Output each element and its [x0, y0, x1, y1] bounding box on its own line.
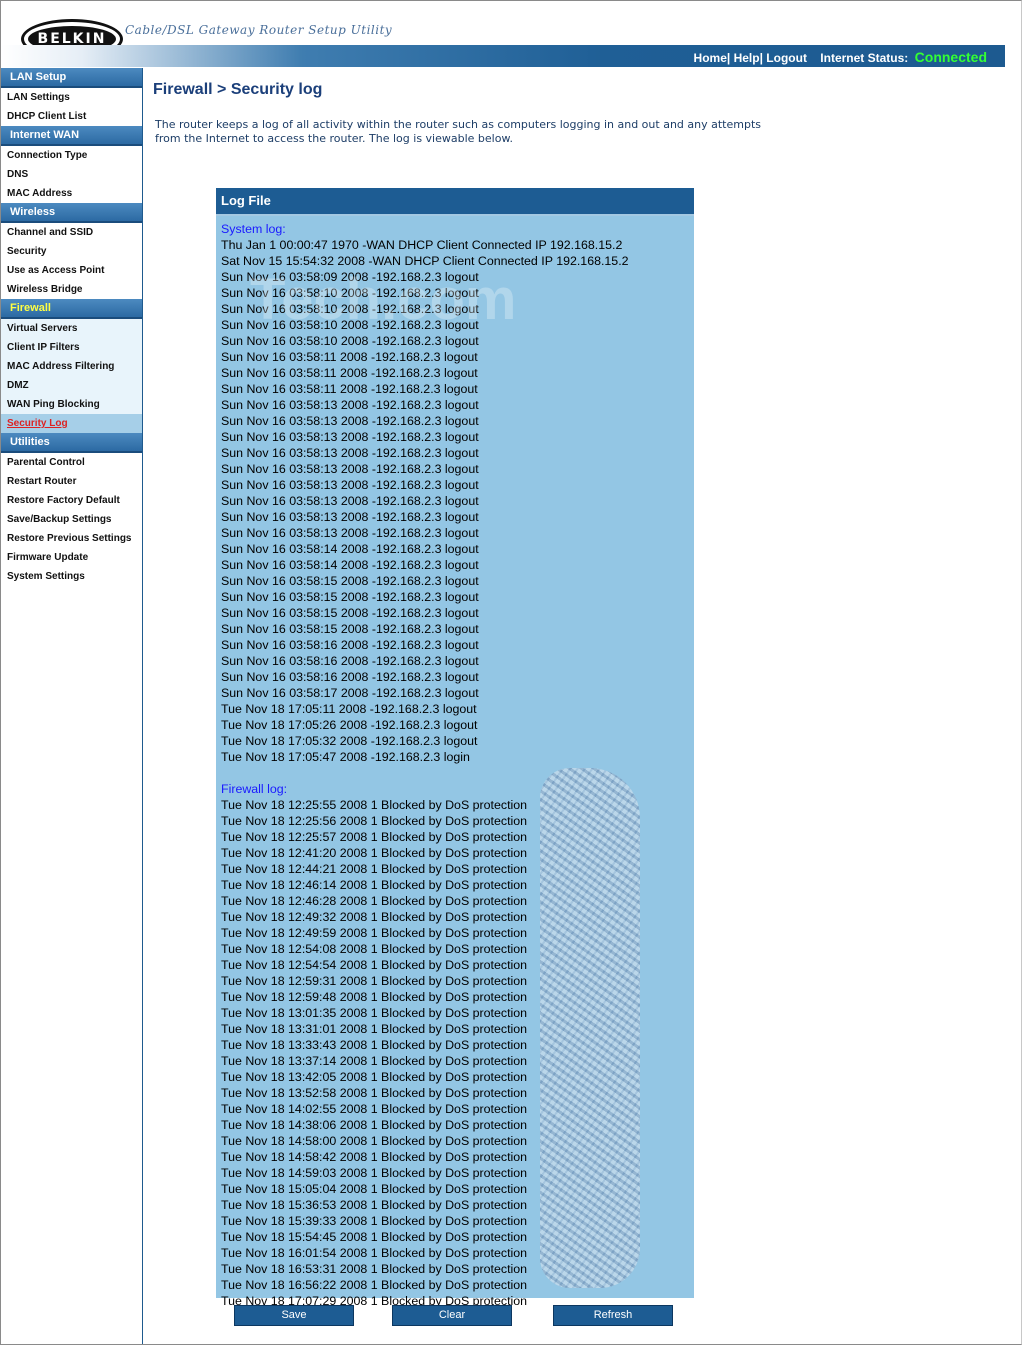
sidebar-item-dns[interactable]: DNS: [1, 165, 142, 184]
sidebar-item-connection-type[interactable]: Connection Type: [1, 146, 142, 165]
sidebar-item-firmware-update[interactable]: Firmware Update: [1, 548, 142, 567]
system-log-line: Sun Nov 16 03:58:11 2008 -192.168.2.3 lo…: [221, 382, 478, 396]
system-log-line: Tue Nov 18 17:05:11 2008 -192.168.2.3 lo…: [221, 702, 477, 716]
system-log-line: Sun Nov 16 03:58:11 2008 -192.168.2.3 lo…: [221, 350, 478, 364]
log-file-panel: Log File System log: Thu Jan 1 00:00:47 …: [216, 188, 694, 1308]
system-log-line: Sun Nov 16 03:58:13 2008 -192.168.2.3 lo…: [221, 478, 479, 492]
system-log-line: Thu Jan 1 00:00:47 1970 -WAN DHCP Client…: [221, 238, 623, 252]
refresh-button[interactable]: Refresh: [553, 1305, 673, 1326]
system-log-line: Sun Nov 16 03:58:11 2008 -192.168.2.3 lo…: [221, 366, 478, 380]
sidebar-item-save-backup[interactable]: Save/Backup Settings: [1, 510, 142, 529]
sidebar-section-utilities: Utilities: [1, 433, 142, 453]
logout-link[interactable]: Logout: [766, 51, 807, 65]
sidebar-item-client-ip-filters[interactable]: Client IP Filters: [1, 338, 142, 357]
system-log-line: Sun Nov 16 03:58:16 2008 -192.168.2.3 lo…: [221, 670, 479, 684]
sidebar-item-restore-previous[interactable]: Restore Previous Settings: [1, 529, 142, 548]
sidebar-item-system-settings[interactable]: System Settings: [1, 567, 142, 586]
sidebar-item-restore-factory[interactable]: Restore Factory Default: [1, 491, 142, 510]
sidebar-item-channel-ssid[interactable]: Channel and SSID: [1, 223, 142, 242]
sidebar-section-wireless: Wireless: [1, 203, 142, 223]
help-link[interactable]: Help: [734, 51, 760, 65]
system-log-line: Sun Nov 16 03:58:13 2008 -192.168.2.3 lo…: [221, 446, 479, 460]
watermark: Tech.com: [250, 267, 517, 332]
system-log-line: Sun Nov 16 03:58:15 2008 -192.168.2.3 lo…: [221, 574, 479, 588]
system-log-line: Sun Nov 16 03:58:13 2008 -192.168.2.3 lo…: [221, 398, 479, 412]
sidebar-item-parental-control[interactable]: Parental Control: [1, 453, 142, 472]
sidebar-item-security[interactable]: Security: [1, 242, 142, 261]
sidebar: LAN Setup LAN Settings DHCP Client List …: [1, 68, 143, 1344]
obscured-region: [540, 768, 640, 1288]
system-log-line: Sun Nov 16 03:58:10 2008 -192.168.2.3 lo…: [221, 334, 479, 348]
system-log-line: Sun Nov 16 03:58:13 2008 -192.168.2.3 lo…: [221, 494, 479, 508]
intro-text: The router keeps a log of all activity w…: [155, 118, 761, 145]
system-log-line: Sun Nov 16 03:58:13 2008 -192.168.2.3 lo…: [221, 462, 479, 476]
log-file-header: Log File: [216, 188, 694, 216]
clear-button[interactable]: Clear: [392, 1305, 512, 1326]
system-log-line: Sun Nov 16 03:58:13 2008 -192.168.2.3 lo…: [221, 510, 479, 524]
sidebar-section-internet-wan: Internet WAN: [1, 126, 142, 146]
sidebar-item-restart-router[interactable]: Restart Router: [1, 472, 142, 491]
top-links: Home| Help| Logout Internet Status: Conn…: [693, 49, 987, 65]
internet-status-value: Connected: [914, 49, 987, 65]
system-log-line: Sun Nov 16 03:58:13 2008 -192.168.2.3 lo…: [221, 430, 479, 444]
sidebar-item-access-point[interactable]: Use as Access Point: [1, 261, 142, 280]
home-link[interactable]: Home: [694, 51, 727, 65]
system-log-line: Tue Nov 18 17:05:26 2008 -192.168.2.3 lo…: [221, 718, 478, 732]
sidebar-item-dhcp-client-list[interactable]: DHCP Client List: [1, 107, 142, 126]
sidebar-section-firewall: Firewall: [1, 299, 142, 319]
page-title: Firewall > Security log: [153, 81, 323, 98]
sidebar-item-virtual-servers[interactable]: Virtual Servers: [1, 319, 142, 338]
tagline: Cable/DSL Gateway Router Setup Utility: [125, 23, 393, 37]
system-log-line: Sun Nov 16 03:58:14 2008 -192.168.2.3 lo…: [221, 558, 479, 572]
system-log-line: Sun Nov 16 03:58:17 2008 -192.168.2.3 lo…: [221, 686, 479, 700]
sidebar-section-lan-setup: LAN Setup: [1, 68, 142, 88]
sidebar-item-wireless-bridge[interactable]: Wireless Bridge: [1, 280, 142, 299]
sidebar-item-wan-ping-blocking[interactable]: WAN Ping Blocking: [1, 395, 142, 414]
sidebar-item-security-log[interactable]: Security Log: [1, 414, 142, 433]
system-log-line: Tue Nov 18 17:05:32 2008 -192.168.2.3 lo…: [221, 734, 478, 748]
system-log-line: Sun Nov 16 03:58:16 2008 -192.168.2.3 lo…: [221, 638, 479, 652]
header: BELKIN Cable/DSL Gateway Router Setup Ut…: [1, 1, 1005, 67]
system-log-label: System log:: [221, 222, 286, 236]
sidebar-item-dmz[interactable]: DMZ: [1, 376, 142, 395]
sidebar-item-lan-settings[interactable]: LAN Settings: [1, 88, 142, 107]
system-log-line: Sun Nov 16 03:58:15 2008 -192.168.2.3 lo…: [221, 622, 479, 636]
system-log-line: Sun Nov 16 03:58:16 2008 -192.168.2.3 lo…: [221, 654, 479, 668]
save-button[interactable]: Save: [234, 1305, 354, 1326]
system-log-line: Sun Nov 16 03:58:15 2008 -192.168.2.3 lo…: [221, 606, 479, 620]
system-log-line: Sun Nov 16 03:58:14 2008 -192.168.2.3 lo…: [221, 542, 479, 556]
internet-status-label: Internet Status:: [820, 51, 909, 65]
system-log-line: Sun Nov 16 03:58:13 2008 -192.168.2.3 lo…: [221, 414, 479, 428]
sidebar-item-mac-filtering[interactable]: MAC Address Filtering: [1, 357, 142, 376]
system-log-line: Sun Nov 16 03:58:13 2008 -192.168.2.3 lo…: [221, 526, 479, 540]
system-log-line: Tue Nov 18 17:05:47 2008 -192.168.2.3 lo…: [221, 750, 470, 764]
system-log-line: Sun Nov 16 03:58:15 2008 -192.168.2.3 lo…: [221, 590, 479, 604]
sidebar-item-mac-address[interactable]: MAC Address: [1, 184, 142, 203]
